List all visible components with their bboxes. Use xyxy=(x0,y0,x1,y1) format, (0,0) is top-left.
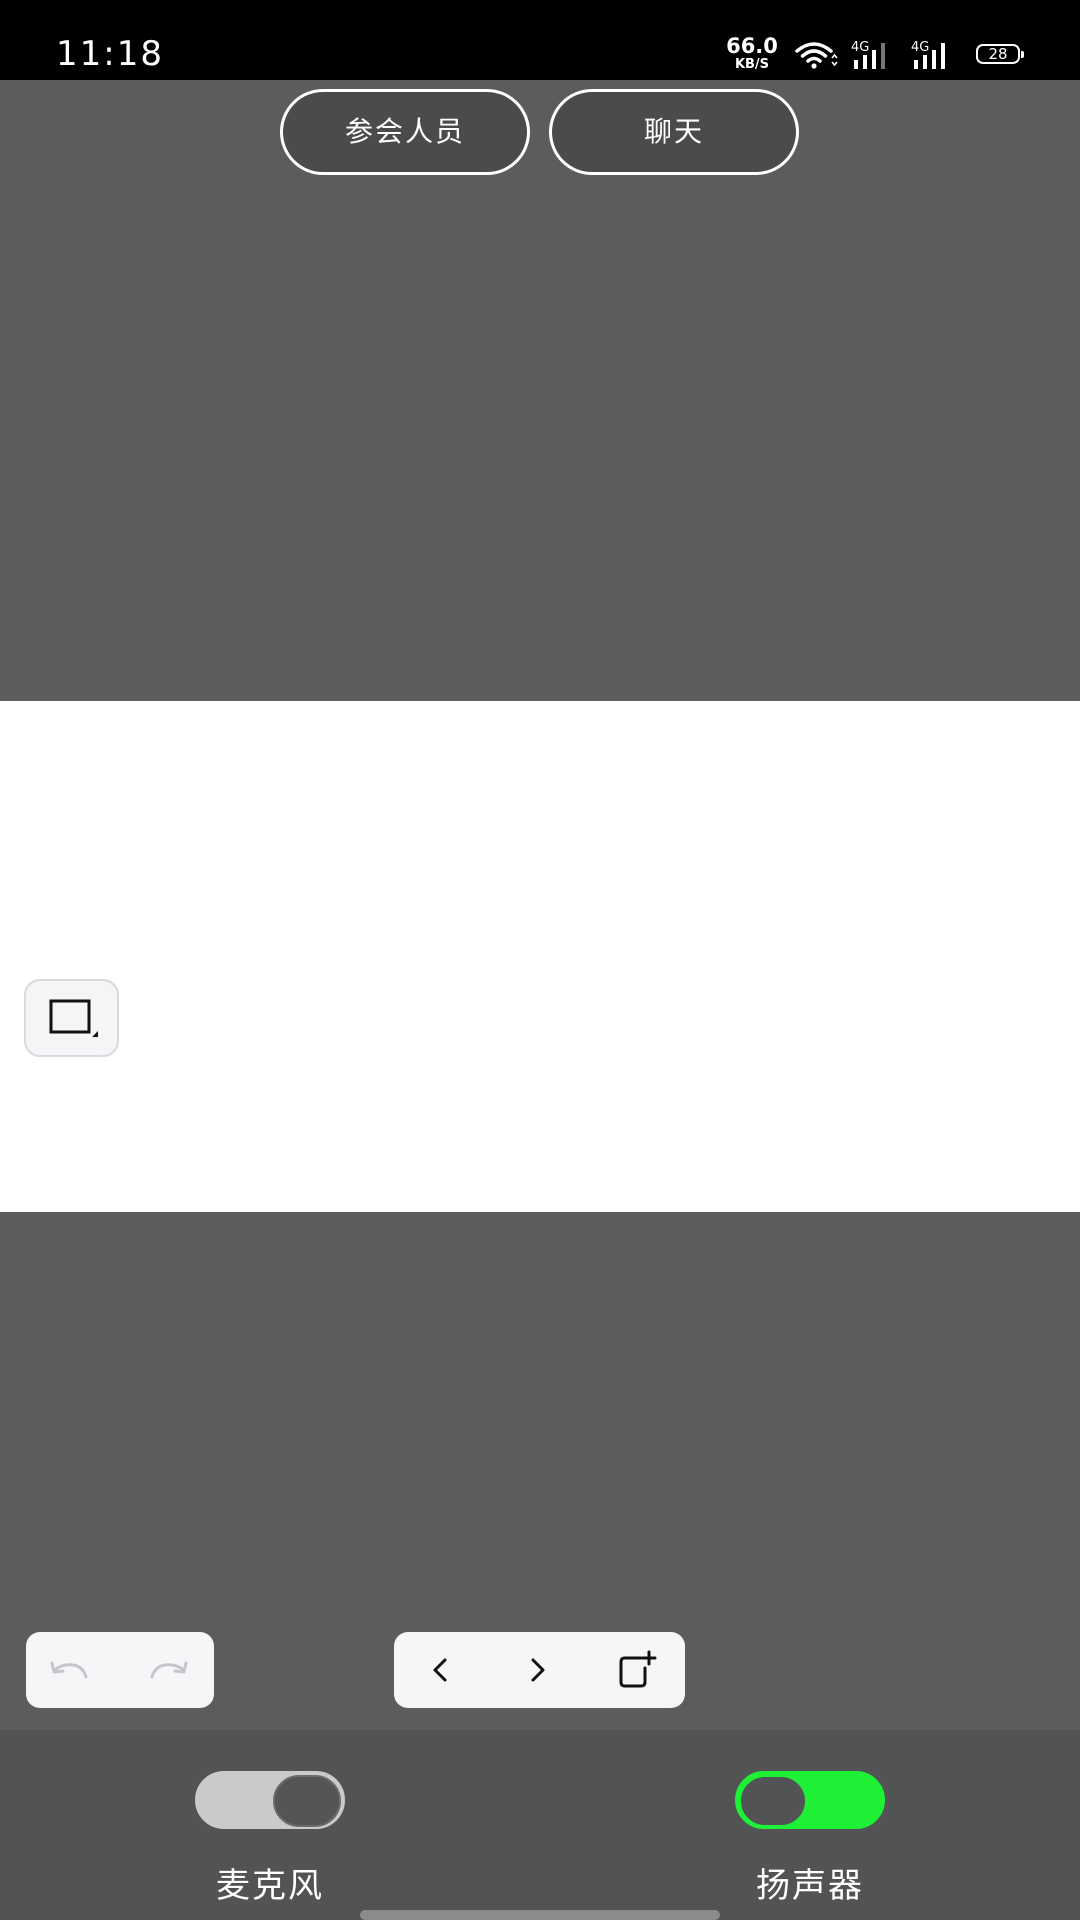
battery-level: 28 xyxy=(988,45,1008,63)
wifi-icon xyxy=(795,42,838,69)
network-speed: 66.0 KB/S xyxy=(724,34,780,72)
add-page-icon xyxy=(619,1650,657,1688)
microphone-toggle[interactable] xyxy=(195,1771,345,1829)
participants-button[interactable]: 参会人员 xyxy=(280,89,530,175)
meeting-screen: 11:18 66.0 KB/S 4G 4G 28 参会人员 聊天 麦克风 扬声器 xyxy=(0,0,1080,1920)
add-page-button[interactable] xyxy=(607,1632,667,1708)
signal-icon: 4G xyxy=(851,40,885,69)
chat-button[interactable]: 聊天 xyxy=(549,89,799,175)
rectangle-icon xyxy=(49,999,98,1037)
audio-control-panel xyxy=(0,1730,1080,1920)
redo-button[interactable] xyxy=(138,1632,198,1708)
microphone-label: 麦克风 xyxy=(216,1866,324,1906)
signal-2-label: 4G xyxy=(911,40,929,55)
page-toolbar xyxy=(394,1632,685,1708)
speaker-toggle[interactable] xyxy=(735,1771,885,1829)
network-speed-value: 66.0 xyxy=(726,34,778,58)
home-indicator[interactable] xyxy=(360,1910,720,1920)
status-bar: 11:18 66.0 KB/S 4G 4G 28 xyxy=(0,0,1080,80)
shape-tool-button[interactable] xyxy=(24,979,119,1057)
signal-1-label: 4G xyxy=(851,40,869,55)
undo-icon xyxy=(50,1661,88,1679)
signal-icon: 4G xyxy=(911,40,945,69)
undo-redo-toolbar xyxy=(26,1632,214,1708)
speaker-label: 扬声器 xyxy=(756,1866,864,1906)
whiteboard-canvas[interactable] xyxy=(0,701,1080,1212)
battery-icon: 28 xyxy=(976,44,1024,64)
chevron-left-icon xyxy=(433,1658,447,1682)
previous-page-button[interactable] xyxy=(411,1632,471,1708)
next-page-button[interactable] xyxy=(507,1632,567,1708)
microphone-toggle-knob xyxy=(273,1775,341,1827)
speaker-toggle-knob xyxy=(739,1775,807,1827)
redo-icon xyxy=(150,1661,188,1679)
status-time: 11:18 xyxy=(56,34,164,74)
chevron-right-icon xyxy=(531,1658,545,1682)
network-speed-unit: KB/S xyxy=(734,57,770,72)
undo-button[interactable] xyxy=(40,1632,100,1708)
